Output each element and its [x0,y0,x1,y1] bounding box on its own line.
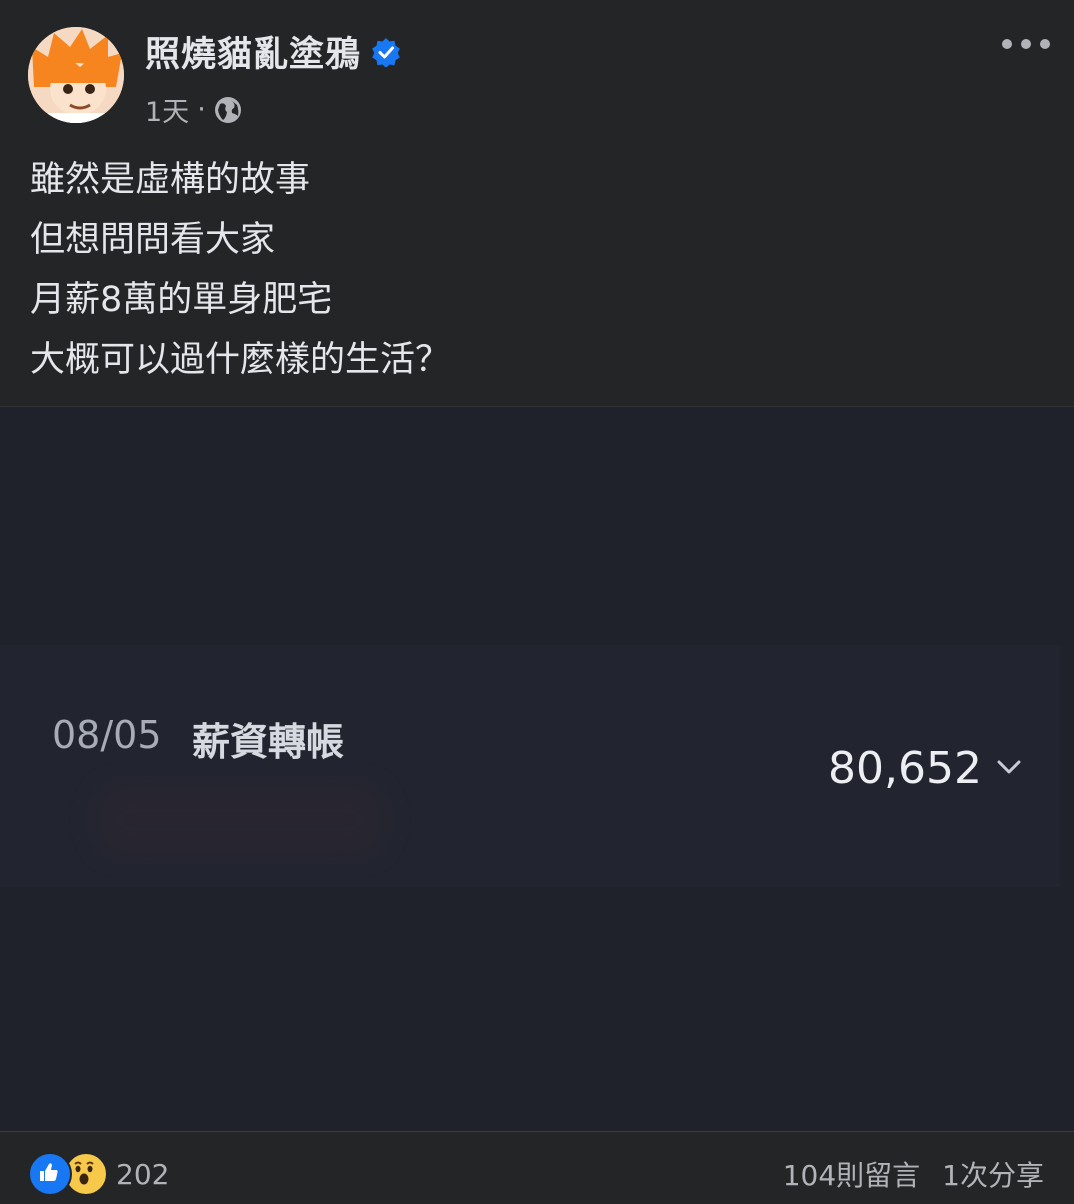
like-icon [28,1152,72,1196]
verified-badge-icon [372,37,400,67]
globe-icon [214,96,241,123]
blurred-redaction [95,785,385,855]
post-text: 雖然是虛構的故事 但想問問看大家 月薪8萬的單身肥宅 大概可以過什麼樣的生活？ [30,150,1030,390]
avatar-illustration [28,27,124,123]
dot-icon [1002,39,1012,49]
post-line: 大概可以過什麼樣的生活？ [30,340,451,380]
transaction-row: 08/05 薪資轉帳 80,652 [0,645,1060,887]
meta-separator: · [197,94,206,125]
reaction-count: 202 [116,1157,170,1191]
post-line: 但想問問看大家 [30,220,276,260]
post-line: 雖然是虛構的故事 [30,160,311,200]
comments-count[interactable]: 104則留言 [783,1154,920,1194]
post-stats: 104則留言 1次分享 [783,1154,1044,1194]
chevron-down-icon [997,760,1021,774]
reactions-summary[interactable]: 202 [28,1152,169,1196]
transaction-amount: 80,652 [828,743,982,794]
shares-count[interactable]: 1次分享 [942,1154,1044,1194]
transaction-date: 08/05 [52,713,162,757]
post-line: 月薪8萬的單身肥宅 [30,280,333,320]
post-time[interactable]: 1天 [145,90,189,129]
dot-icon [1040,39,1050,49]
avatar[interactable] [28,27,124,123]
author-name[interactable]: 照燒貓亂塗鴉 [145,26,361,77]
post-footer: 202 104則留言 1次分享 [0,1131,1074,1204]
post-image[interactable]: 08/05 薪資轉帳 80,652 [0,406,1074,1132]
post-header: 照燒貓亂塗鴉 1天 · [0,0,1074,135]
dot-icon [1021,39,1031,49]
more-options-button[interactable] [1002,28,1050,60]
transaction-description: 薪資轉帳 [192,720,345,764]
